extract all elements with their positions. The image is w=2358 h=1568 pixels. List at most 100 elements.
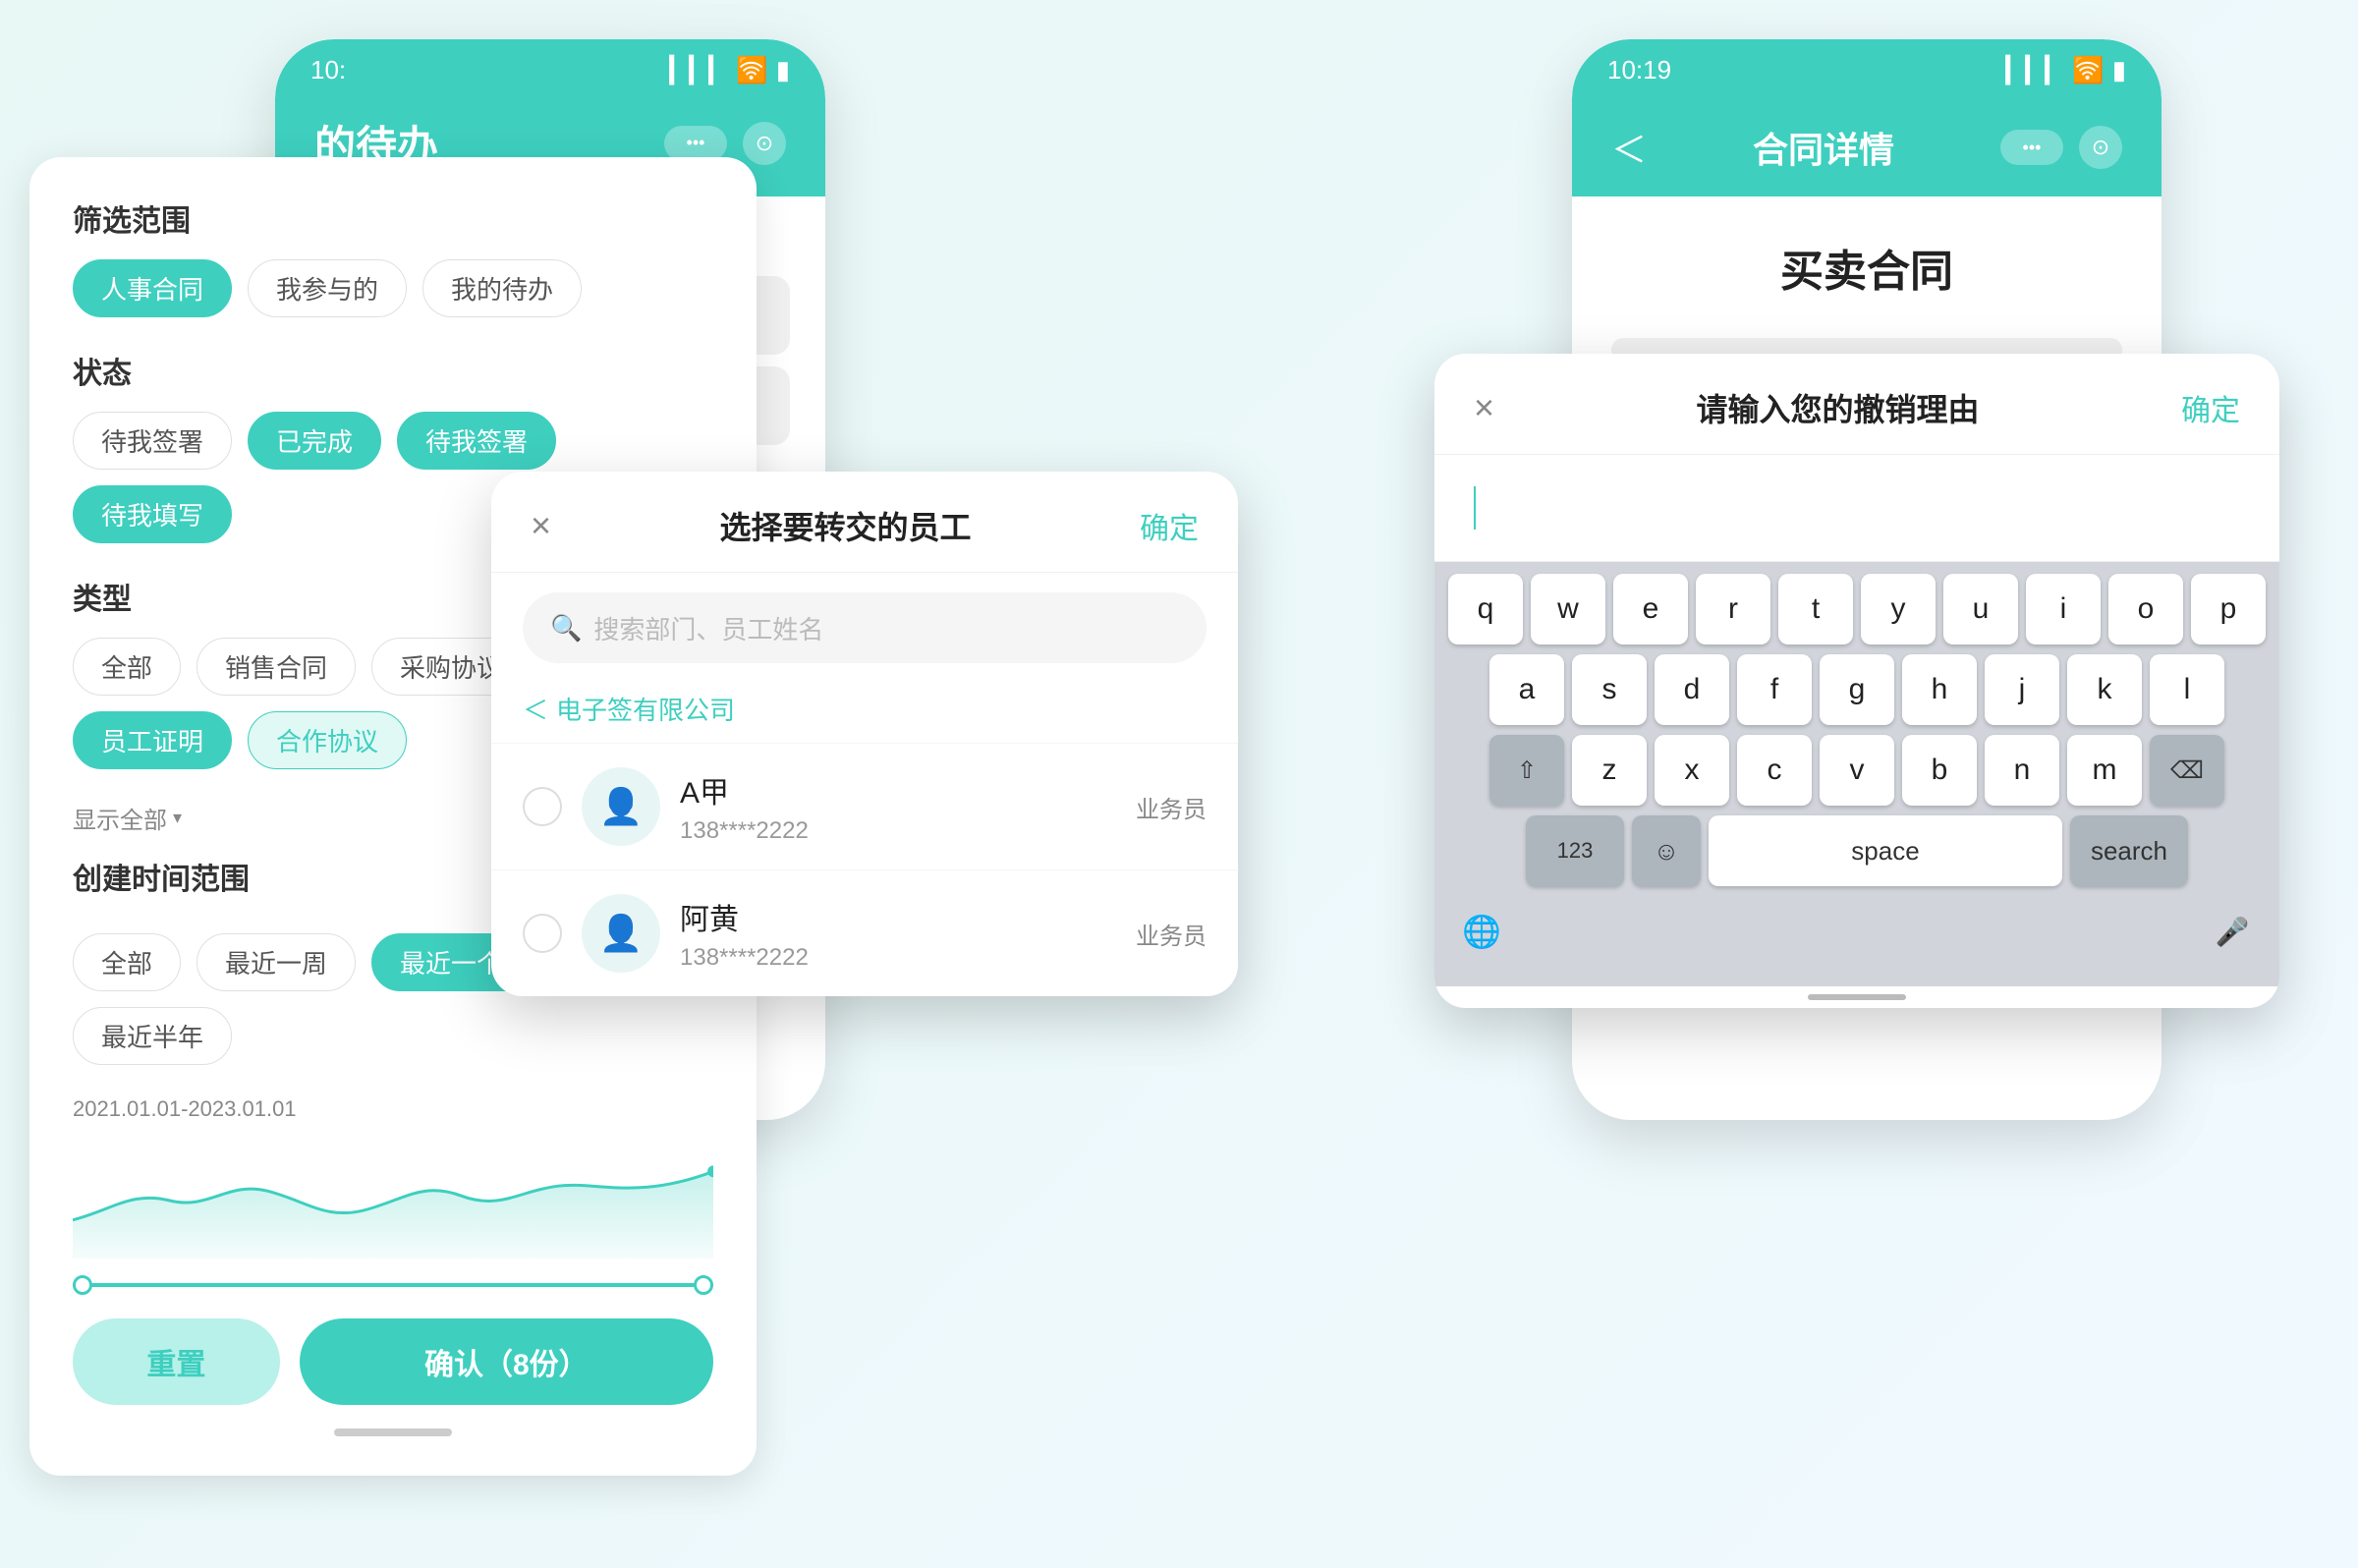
cancel-reason-modal: × 请输入您的撤销理由 确定 q w e r t y u i o p a s d… xyxy=(1434,354,2279,1008)
tag-date-all[interactable]: 全部 xyxy=(73,933,181,991)
tag-all[interactable]: 全部 xyxy=(73,638,181,696)
key-t[interactable]: t xyxy=(1778,574,1853,644)
reset-button[interactable]: 重置 xyxy=(73,1318,280,1405)
cancel-reason-input-area[interactable] xyxy=(1434,455,2279,562)
range-title: 筛选范围 xyxy=(73,196,713,240)
key-w[interactable]: w xyxy=(1531,574,1605,644)
key-g[interactable]: g xyxy=(1820,654,1894,725)
key-c[interactable]: c xyxy=(1737,735,1812,806)
tag-sales[interactable]: 销售合同 xyxy=(196,638,356,696)
key-j[interactable]: j xyxy=(1985,654,2059,725)
globe-key[interactable]: 🌐 xyxy=(1444,896,1519,967)
modal-home-indicator xyxy=(1808,994,1906,1000)
key-o[interactable]: o xyxy=(2108,574,2183,644)
tag-wait-sign[interactable]: 待我签署 xyxy=(73,412,232,470)
home-indicator xyxy=(334,1428,452,1436)
tag-cert[interactable]: 员工证明 xyxy=(73,711,232,769)
employee-search-icon: 🔍 xyxy=(550,613,582,644)
keyboard-row-3: ⇧ z x c v b n m ⌫ xyxy=(1444,735,2270,806)
tag-done[interactable]: 已完成 xyxy=(248,412,381,470)
contract-scan-btn[interactable]: ⊙ xyxy=(2079,126,2122,169)
key-x[interactable]: x xyxy=(1655,735,1729,806)
key-h[interactable]: h xyxy=(1902,654,1977,725)
space-key[interactable]: space xyxy=(1709,815,2062,886)
employee-avatar-2: 👤 xyxy=(582,894,660,973)
dots-icon: ••• xyxy=(687,133,705,153)
employee-search[interactable]: 🔍 搜索部门、员工姓名 xyxy=(523,592,1207,663)
slider-thumb-right[interactable] xyxy=(694,1275,713,1295)
key-s[interactable]: s xyxy=(1572,654,1647,725)
trend-chart xyxy=(73,1142,713,1260)
employee-name-1: A甲 xyxy=(680,768,1116,812)
key-e[interactable]: e xyxy=(1613,574,1688,644)
contract-header: 10:19 ▎▎▎ 🛜 ▮ ＜ 合同详情 ••• ⊙ xyxy=(1572,39,2162,196)
key-n[interactable]: n xyxy=(1985,735,2059,806)
company-nav[interactable]: ＜ 电子签有限公司 xyxy=(491,683,1238,743)
key-v[interactable]: v xyxy=(1820,735,1894,806)
employee-avatar-1: 👤 xyxy=(582,767,660,846)
contract-battery: ▮ xyxy=(2112,55,2126,85)
confirm-button[interactable]: 确认（8份） xyxy=(300,1318,713,1405)
employee-modal-close[interactable]: × xyxy=(531,505,551,546)
tag-participated[interactable]: 我参与的 xyxy=(248,259,407,317)
cancel-reason-title: 请输入您的撤销理由 xyxy=(1697,385,1980,430)
slider-thumb-left[interactable] xyxy=(73,1275,92,1295)
cancel-reason-confirm[interactable]: 确定 xyxy=(2181,386,2240,429)
tag-my-todo[interactable]: 我的待办 xyxy=(422,259,582,317)
employee-item-1[interactable]: 👤 A甲 138****2222 业务员 xyxy=(491,743,1238,869)
keyboard-spacer xyxy=(1527,896,2187,967)
chevron-left-icon: ＜ xyxy=(523,691,548,727)
key-p[interactable]: p xyxy=(2191,574,2266,644)
search-key[interactable]: search xyxy=(2070,815,2188,886)
key-f[interactable]: f xyxy=(1737,654,1812,725)
cancel-reason-close[interactable]: × xyxy=(1474,387,1494,428)
key-m[interactable]: m xyxy=(2067,735,2142,806)
status-title: 状态 xyxy=(73,349,713,392)
employee-modal-header: × 选择要转交的员工 确定 xyxy=(491,472,1238,573)
employee-item-2[interactable]: 👤 阿黄 138****2222 业务员 xyxy=(491,869,1238,996)
tag-half-year[interactable]: 最近半年 xyxy=(73,1007,232,1065)
employee-radio-1[interactable] xyxy=(523,787,562,826)
key-u[interactable]: u xyxy=(1943,574,2018,644)
key-i[interactable]: i xyxy=(2026,574,2101,644)
emoji-key[interactable]: ☺ xyxy=(1632,815,1701,886)
key-r[interactable]: r xyxy=(1696,574,1770,644)
date-range-title: 创建时间范围 xyxy=(73,855,250,898)
key-z[interactable]: z xyxy=(1572,735,1647,806)
tag-wait-fill[interactable]: 待我填写 xyxy=(73,485,232,543)
key-k[interactable]: k xyxy=(2067,654,2142,725)
employee-modal-title: 选择要转交的员工 xyxy=(720,503,972,548)
signal-icon: ▎▎▎ xyxy=(669,55,728,85)
key-a[interactable]: a xyxy=(1489,654,1564,725)
key-b[interactable]: b xyxy=(1902,735,1977,806)
backspace-key[interactable]: ⌫ xyxy=(2150,735,2224,806)
employee-name-2: 阿黄 xyxy=(680,895,1116,938)
key-q[interactable]: q xyxy=(1448,574,1523,644)
scan-icon-btn[interactable]: ⊙ xyxy=(743,122,786,165)
num-key[interactable]: 123 xyxy=(1526,815,1624,886)
key-l[interactable]: l xyxy=(2150,654,2224,725)
contract-circle-icon: ⊙ xyxy=(2092,135,2109,160)
employee-role-1: 业务员 xyxy=(1136,790,1207,824)
key-y[interactable]: y xyxy=(1861,574,1936,644)
slider-fill xyxy=(73,1283,713,1287)
contract-wifi: 🛜 xyxy=(2072,55,2104,85)
employee-info-1: A甲 138****2222 xyxy=(680,768,1116,845)
back-button[interactable]: ＜ xyxy=(1611,122,1647,173)
key-d[interactable]: d xyxy=(1655,654,1729,725)
tag-hr-contract[interactable]: 人事合同 xyxy=(73,259,232,317)
tag-coop[interactable]: 合作协议 xyxy=(248,711,407,769)
contract-more-btn[interactable]: ••• xyxy=(2000,130,2063,165)
employee-role-2: 业务员 xyxy=(1136,917,1207,951)
more-icon-btn[interactable]: ••• xyxy=(664,126,727,161)
tag-wait-sign2[interactable]: 待我签署 xyxy=(397,412,556,470)
employee-radio-2[interactable] xyxy=(523,914,562,953)
contract-time: 10:19 xyxy=(1607,55,1671,85)
date-slider[interactable] xyxy=(73,1283,713,1287)
contract-dots-icon: ••• xyxy=(2023,138,2042,158)
keyboard-row-1: q w e r t y u i o p xyxy=(1444,574,2270,644)
shift-key[interactable]: ⇧ xyxy=(1489,735,1564,806)
mic-key[interactable]: 🎤 xyxy=(2195,896,2270,967)
tag-week[interactable]: 最近一周 xyxy=(196,933,356,991)
employee-modal-confirm[interactable]: 确定 xyxy=(1140,504,1199,547)
